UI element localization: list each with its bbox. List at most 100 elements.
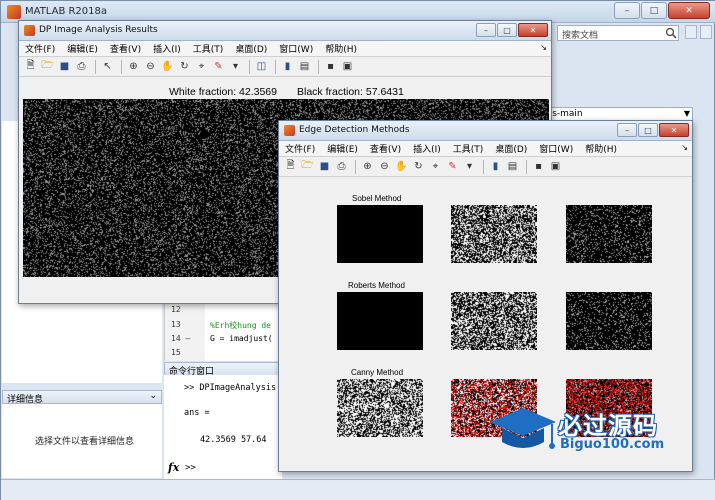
search-documentation-input[interactable]: 搜索文档: [557, 25, 679, 41]
legend-icon[interactable]: ▤: [297, 59, 312, 74]
watermark-url: Biguo100.com: [560, 437, 665, 452]
figure-icon: [284, 125, 295, 136]
menu-edit[interactable]: 编辑(E): [67, 42, 98, 55]
menu-insert[interactable]: 插入(I): [153, 42, 181, 55]
canny-edge-image: [337, 379, 423, 437]
figure-title: DP Image Analysis Results: [39, 25, 158, 35]
menu-window[interactable]: 窗口(W): [539, 142, 573, 155]
link-icon[interactable]: ▾: [462, 159, 477, 174]
chevron-down-icon[interactable]: ⌄: [149, 391, 157, 401]
print-icon[interactable]: ⎙: [74, 59, 89, 74]
menu-file[interactable]: 文件(F): [25, 42, 55, 55]
figure-toolbar: 🗎 🗁 ■ ⎙ ⊕ ⊖ ✋ ↻ ⌖ ✎ ▾ ▮ ▤ ▪ ▣: [279, 157, 692, 177]
menu-insert[interactable]: 插入(I): [413, 142, 441, 155]
hide-plot-tools-icon[interactable]: ▪: [323, 59, 338, 74]
command-line: ans =: [184, 408, 210, 418]
save-icon[interactable]: ■: [317, 159, 332, 174]
line-number: 14 –: [171, 334, 191, 343]
figure-menubar: 文件(F) 编辑(E) 查看(V) 插入(I) 工具(T) 桌面(D) 窗口(W…: [19, 41, 551, 57]
menu-desktop[interactable]: 桌面(D): [495, 142, 527, 155]
command-line: 42.3569 57.64: [200, 435, 267, 445]
maximize-icon[interactable]: □: [497, 23, 517, 37]
dock-arrow-icon[interactable]: ↘: [540, 43, 547, 52]
menu-view[interactable]: 查看(V): [370, 142, 401, 155]
minimize-icon[interactable]: –: [614, 2, 640, 19]
rotate-icon[interactable]: ↻: [177, 59, 192, 74]
maximize-icon[interactable]: □: [641, 2, 667, 19]
toolbar-separator: [121, 59, 122, 74]
minimize-icon[interactable]: –: [617, 123, 637, 137]
menu-desktop[interactable]: 桌面(D): [235, 42, 267, 55]
status-bar: [1, 479, 715, 500]
open-icon[interactable]: 🗁: [40, 59, 55, 74]
close-icon[interactable]: ✕: [518, 23, 548, 37]
details-message: 选择文件以查看详细信息: [35, 437, 135, 447]
pointer-icon[interactable]: ↖: [100, 59, 115, 74]
colorbar-icon[interactable]: ▮: [488, 159, 503, 174]
figure-title-bar[interactable]: DP Image Analysis Results – □ ✕: [19, 21, 551, 41]
figure-title-bar[interactable]: Edge Detection Methods – □ ✕: [279, 121, 692, 141]
toolbar-separator: [95, 59, 96, 74]
code-line: %Erh校hung de: [210, 321, 271, 330]
zoom-out-icon[interactable]: ⊖: [143, 59, 158, 74]
line-number: 13: [171, 320, 181, 329]
filter-button[interactable]: [685, 25, 697, 39]
new-file-icon[interactable]: 🗎: [23, 59, 38, 74]
legend-icon[interactable]: ▤: [505, 159, 520, 174]
brush-icon[interactable]: ✎: [211, 59, 226, 74]
canny-caption: Canny Method: [351, 368, 404, 377]
show-plot-tools-icon[interactable]: ▣: [340, 59, 355, 74]
hide-plot-tools-icon[interactable]: ▪: [531, 159, 546, 174]
figure-icon: [24, 25, 35, 36]
watermark-title: 必过源码: [558, 412, 658, 440]
command-window[interactable]: >> DPImageAnalysis ans = 42.3569 57.64: [164, 375, 282, 479]
new-file-icon[interactable]: 🗎: [283, 159, 298, 174]
brush-icon[interactable]: ✎: [445, 159, 460, 174]
menu-tools[interactable]: 工具(T): [193, 42, 224, 55]
link-icon[interactable]: ▾: [228, 59, 243, 74]
roberts-caption: Roberts Method: [348, 281, 405, 290]
print-icon[interactable]: ⎙: [334, 159, 349, 174]
command-prompt[interactable]: >>: [185, 463, 196, 473]
minimize-icon[interactable]: –: [476, 23, 496, 37]
help-button[interactable]: [700, 25, 712, 39]
menu-file[interactable]: 文件(F): [285, 142, 315, 155]
toolbar-separator: [483, 159, 484, 174]
colorbar-icon[interactable]: ▮: [280, 59, 295, 74]
command-window-header[interactable]: 命令行窗口: [164, 362, 282, 377]
black-fraction-label: Black fraction: 57.6431: [297, 86, 404, 98]
sobel-caption: Sobel Method: [352, 194, 402, 203]
show-plot-tools-icon[interactable]: ▣: [548, 159, 563, 174]
menu-tools[interactable]: 工具(T): [453, 142, 484, 155]
pan-icon[interactable]: ✋: [394, 159, 409, 174]
figure-toolbar: 🗎 🗁 ■ ⎙ ↖ ⊕ ⊖ ✋ ↻ ⌖ ✎ ▾ ◫ ▮ ▤ ▪ ▣: [19, 57, 551, 77]
close-icon[interactable]: ✕: [659, 123, 689, 137]
save-icon[interactable]: ■: [57, 59, 72, 74]
details-panel-header[interactable]: 详细信息 ⌄: [2, 390, 162, 405]
menu-view[interactable]: 查看(V): [110, 42, 141, 55]
maximize-icon[interactable]: □: [638, 123, 658, 137]
open-icon[interactable]: 🗁: [300, 159, 315, 174]
fx-icon[interactable]: fx: [168, 461, 179, 474]
pan-icon[interactable]: ✋: [160, 59, 175, 74]
zoom-out-icon[interactable]: ⊖: [377, 159, 392, 174]
figure-title: Edge Detection Methods: [299, 125, 410, 135]
toolbar-separator: [318, 59, 319, 74]
search-icon[interactable]: [665, 27, 677, 39]
rotate-icon[interactable]: ↻: [411, 159, 426, 174]
zoom-in-icon[interactable]: ⊕: [360, 159, 375, 174]
data-cursor-icon[interactable]: ⌖: [428, 159, 443, 174]
dock-arrow-icon[interactable]: ↘: [681, 143, 688, 152]
roberts-edge-image: [337, 292, 423, 350]
menu-help[interactable]: 帮助(H): [325, 42, 357, 55]
zoom-in-icon[interactable]: ⊕: [126, 59, 141, 74]
data-cursor-icon[interactable]: ⌖: [194, 59, 209, 74]
menu-help[interactable]: 帮助(H): [585, 142, 617, 155]
command-line: >> DPImageAnalysis: [184, 383, 277, 393]
chevron-down-icon[interactable]: ▼: [684, 109, 690, 118]
code-editor[interactable]: 12 13 14 – 15 %Erh校hung de G = imadjust(: [164, 301, 284, 361]
link-plot-icon[interactable]: ◫: [254, 59, 269, 74]
menu-edit[interactable]: 编辑(E): [327, 142, 358, 155]
menu-window[interactable]: 窗口(W): [279, 42, 313, 55]
close-icon[interactable]: ✕: [668, 2, 710, 19]
